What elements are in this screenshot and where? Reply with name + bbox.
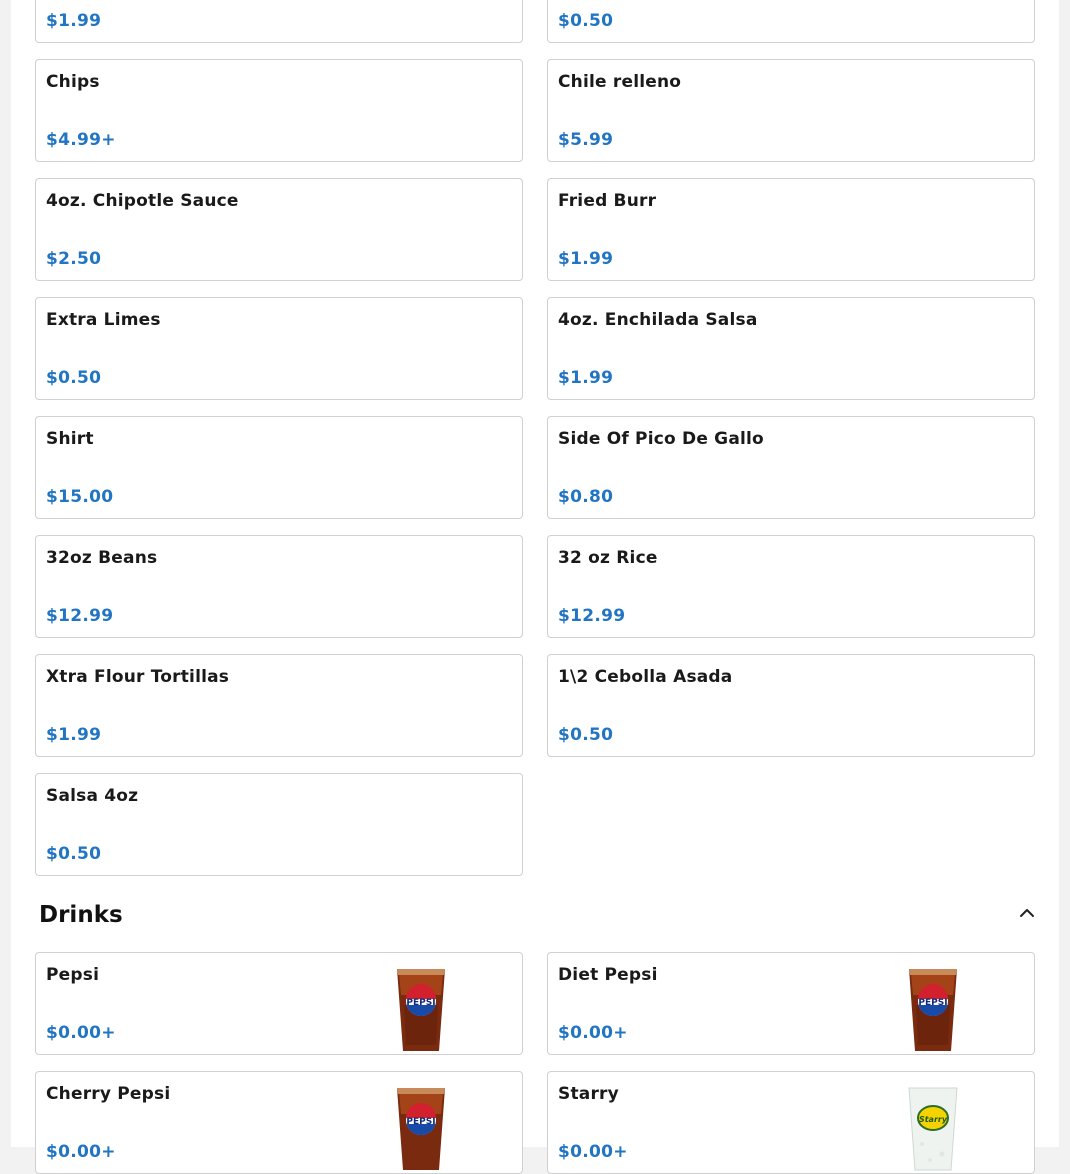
menu-item-card[interactable]: Diet Pepsi $0.00+ PEPSI — [547, 952, 1035, 1055]
item-price: $1.99 — [558, 368, 614, 388]
item-name: 32 oz Rice — [558, 548, 658, 568]
menu-item-card[interactable]: $1.99 — [35, 0, 523, 43]
item-name: 4oz. Chipotle Sauce — [46, 191, 239, 211]
item-price: $0.50 — [558, 11, 614, 31]
item-name: Cherry Pepsi — [46, 1084, 171, 1104]
svg-text:PEPSI: PEPSI — [918, 998, 947, 1008]
item-name: Chips — [46, 72, 100, 92]
menu-item-card[interactable]: Side Of Pico De Gallo $0.80 — [547, 416, 1035, 519]
menu-item-card[interactable]: Chips $4.99+ — [35, 59, 523, 162]
chevron-up-icon[interactable] — [1016, 902, 1038, 924]
starry-cup-image: Starry — [908, 1087, 958, 1171]
svg-text:PEPSI: PEPSI — [406, 998, 435, 1008]
item-name: 1\2 Cebolla Asada — [558, 667, 733, 687]
item-price: $0.50 — [46, 844, 102, 864]
item-price: $1.99 — [46, 725, 102, 745]
item-name: Starry — [558, 1084, 619, 1104]
menu-item-card[interactable]: $0.50 — [547, 0, 1035, 43]
svg-text:PEPSI: PEPSI — [406, 1117, 435, 1127]
item-price: $4.99+ — [46, 130, 116, 150]
item-price: $12.99 — [46, 606, 114, 626]
drinks-grid: Pepsi $0.00+ PEPSI Diet Pepsi $0.00+ PEP… — [35, 952, 1035, 1174]
sides-grid: $1.99 $0.50 Chips $4.99+ Chile relleno $5.… — [35, 0, 1035, 876]
item-price: $15.00 — [46, 487, 114, 507]
menu-page: $1.99 $0.50 Chips $4.99+ Chile relleno $5.… — [11, 0, 1059, 1174]
item-price: $2.50 — [46, 249, 102, 269]
item-name: Chile relleno — [558, 72, 682, 92]
item-name: Salsa 4oz — [46, 786, 139, 806]
item-price: $1.99 — [558, 249, 614, 269]
section-title: Drinks — [39, 902, 123, 928]
item-name: Extra Limes — [46, 310, 161, 330]
svg-text:Starry: Starry — [919, 1115, 948, 1124]
menu-item-card[interactable]: Cherry Pepsi $0.00+ PEPSI — [35, 1071, 523, 1174]
menu-item-card[interactable]: 4oz. Chipotle Sauce $2.50 — [35, 178, 523, 281]
menu-item-card[interactable]: 1\2 Cebolla Asada $0.50 — [547, 654, 1035, 757]
item-price: $5.99 — [558, 130, 614, 150]
item-price: $0.50 — [46, 368, 102, 388]
item-name: Fried Burr — [558, 191, 657, 211]
menu-item-card[interactable]: Starry $0.00+ Starry — [547, 1071, 1035, 1174]
diet-pepsi-cup-image: PEPSI — [909, 969, 957, 1051]
item-price: $0.80 — [558, 487, 614, 507]
menu-item-card[interactable]: Fried Burr $1.99 — [547, 178, 1035, 281]
item-name: Xtra Flour Tortillas — [46, 667, 230, 687]
item-name: Pepsi — [46, 965, 100, 985]
menu-item-card[interactable]: Extra Limes $0.50 — [35, 297, 523, 400]
drinks-section-header[interactable]: Drinks — [39, 898, 1038, 938]
item-price: $0.00+ — [46, 1142, 116, 1162]
item-price: $1.99 — [46, 11, 102, 31]
item-name: Side Of Pico De Gallo — [558, 429, 764, 449]
menu-item-card[interactable]: 4oz. Enchilada Salsa $1.99 — [547, 297, 1035, 400]
item-price: $0.00+ — [558, 1023, 628, 1043]
cherry-pepsi-cup-image: PEPSI — [397, 1088, 445, 1170]
menu-item-card[interactable]: Chile relleno $5.99 — [547, 59, 1035, 162]
item-name: Shirt — [46, 429, 94, 449]
item-price: $0.00+ — [46, 1023, 116, 1043]
item-name: 32oz Beans — [46, 548, 158, 568]
item-price: $0.50 — [558, 725, 614, 745]
menu-item-card[interactable]: Xtra Flour Tortillas $1.99 — [35, 654, 523, 757]
pepsi-cup-image: PEPSI — [397, 969, 445, 1051]
item-name: Diet Pepsi — [558, 965, 658, 985]
menu-item-card[interactable]: Pepsi $0.00+ PEPSI — [35, 952, 523, 1055]
menu-item-card[interactable]: Shirt $15.00 — [35, 416, 523, 519]
menu-item-card[interactable]: 32oz Beans $12.99 — [35, 535, 523, 638]
item-price: $0.00+ — [558, 1142, 628, 1162]
item-price: $12.99 — [558, 606, 626, 626]
menu-item-card[interactable]: Salsa 4oz $0.50 — [35, 773, 523, 876]
menu-item-card[interactable]: 32 oz Rice $12.99 — [547, 535, 1035, 638]
item-name: 4oz. Enchilada Salsa — [558, 310, 758, 330]
